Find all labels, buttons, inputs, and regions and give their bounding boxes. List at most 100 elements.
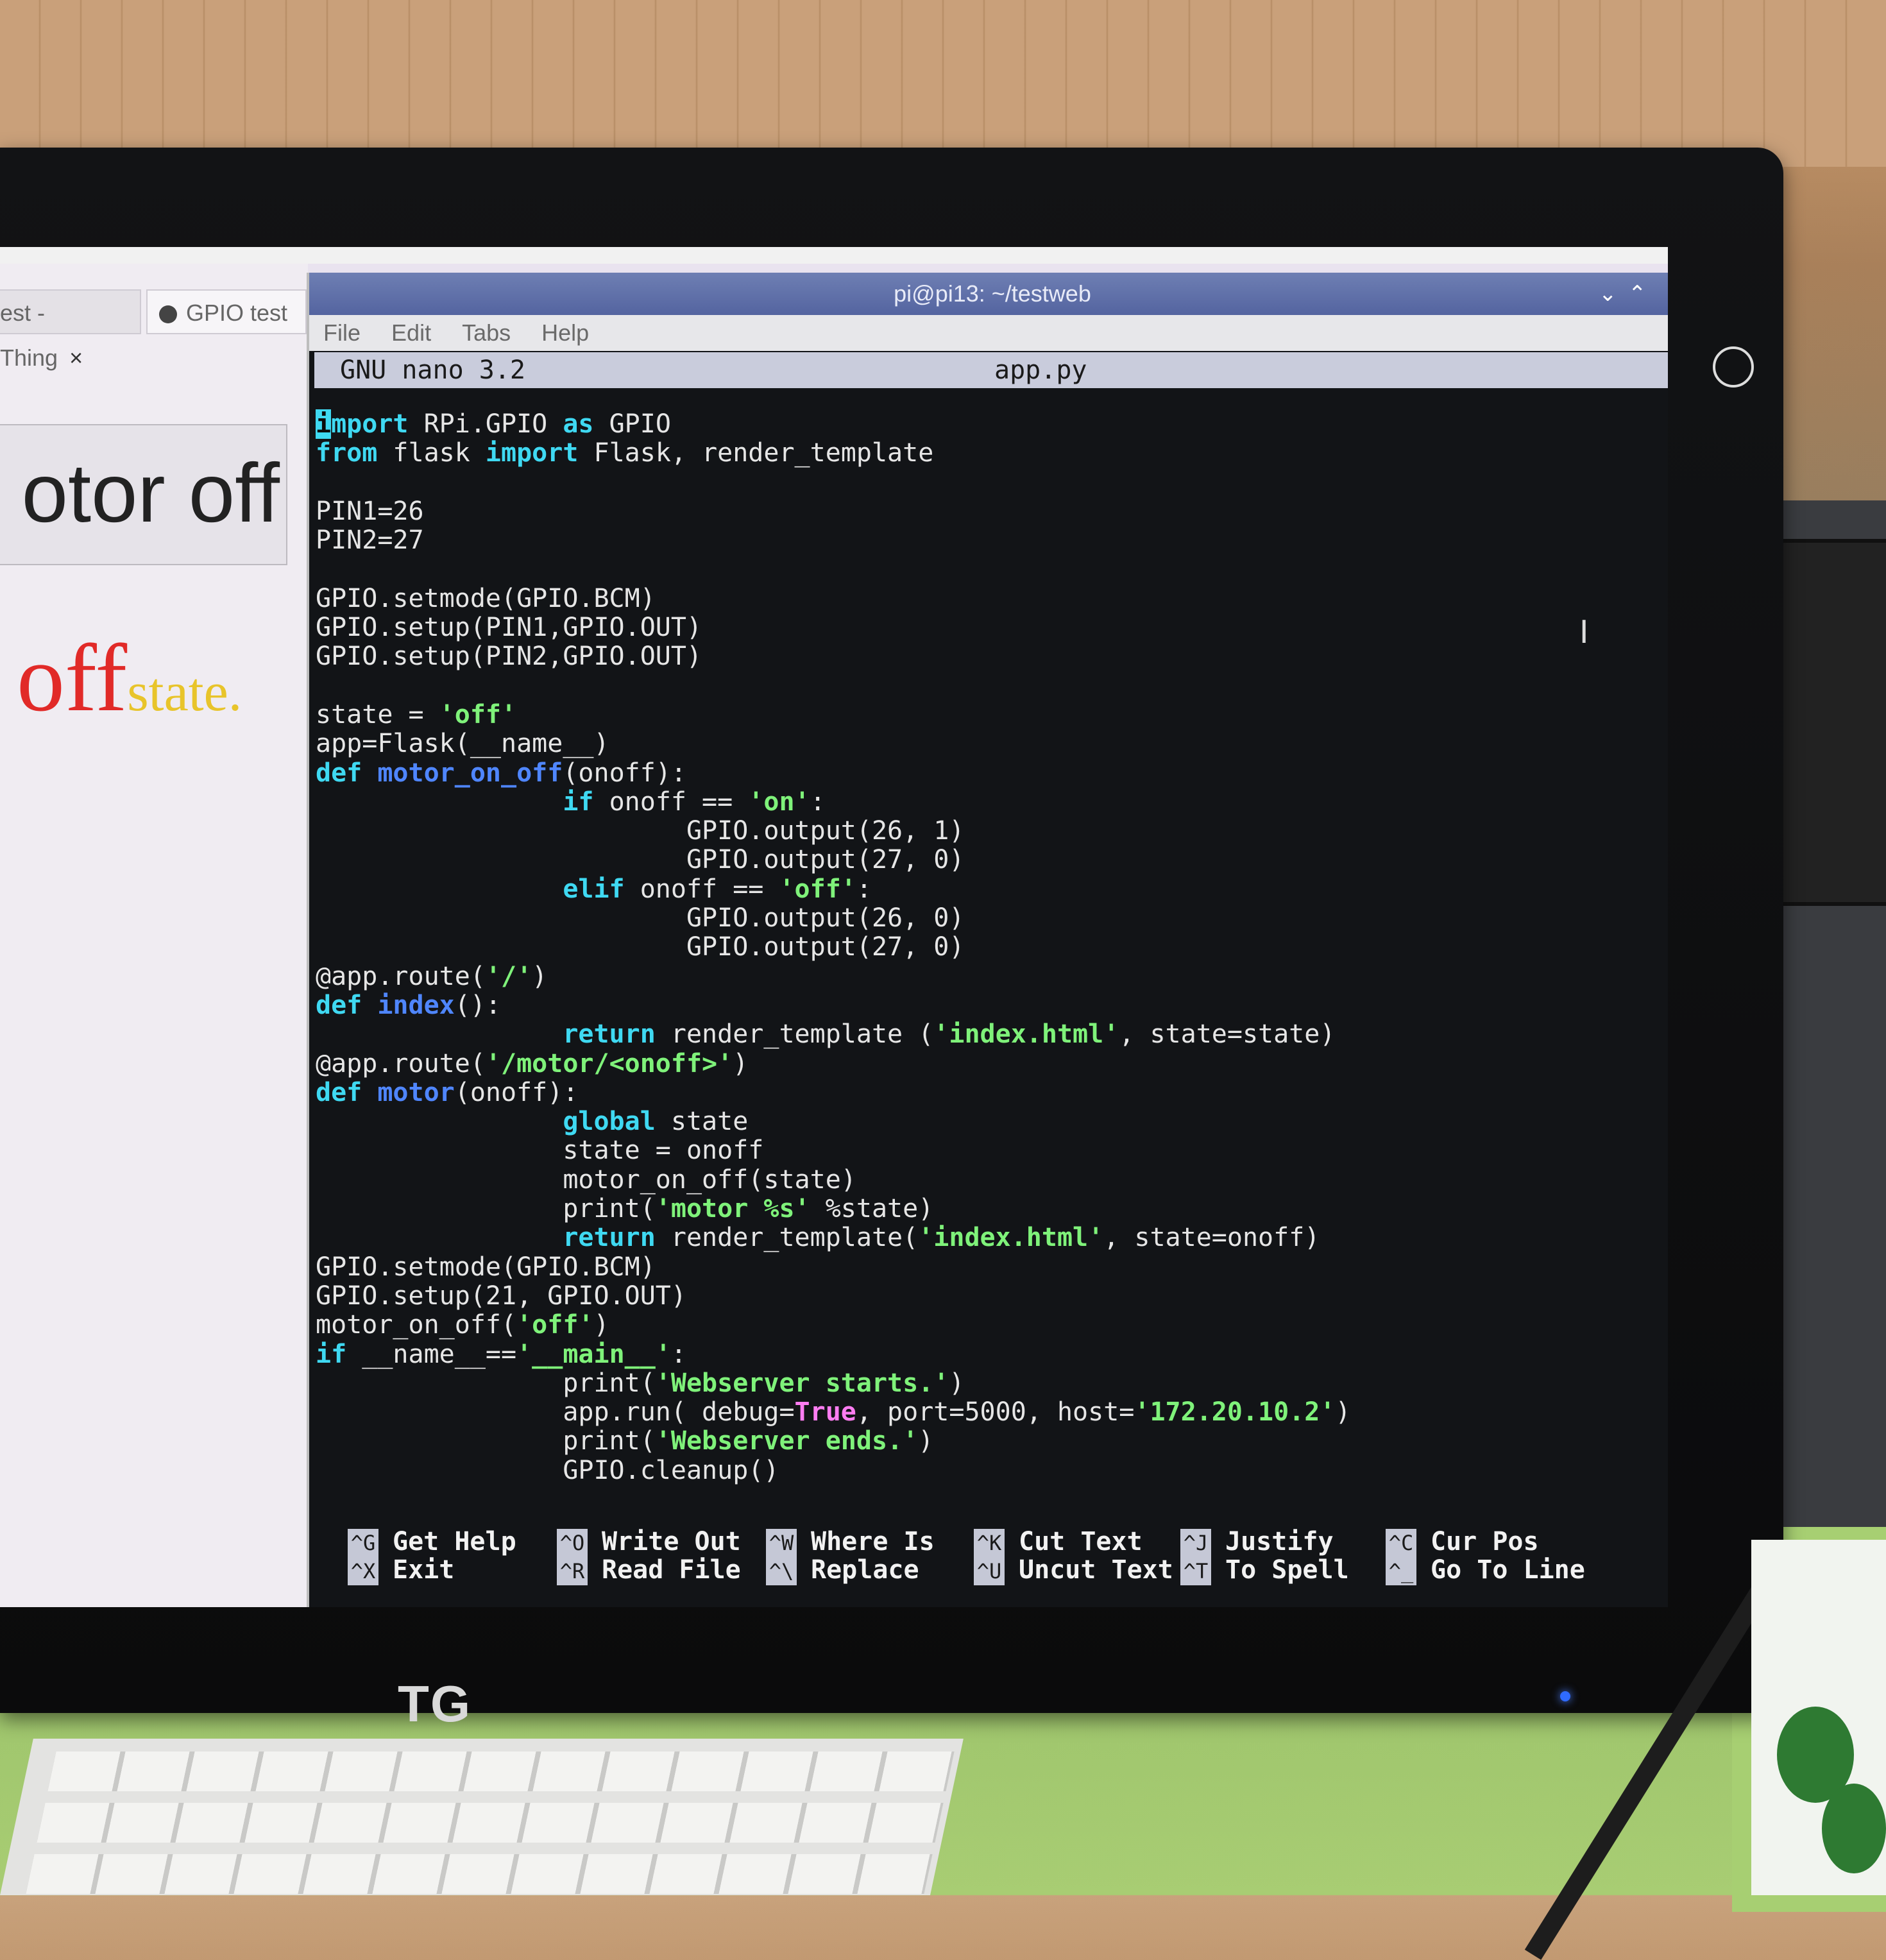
shortcut-go-to-line[interactable]: ^_ Go To Line xyxy=(1386,1555,1585,1585)
keyboard xyxy=(0,1739,964,1895)
shortcut-exit[interactable]: ^X Exit xyxy=(348,1555,455,1585)
shortcut-label: Uncut Text xyxy=(1019,1555,1173,1585)
code-line: @app.route('/') xyxy=(316,961,548,991)
code-line: import RPi.GPIO as GPIO xyxy=(316,409,671,439)
state-text: offstate. xyxy=(17,623,242,733)
code-line: return render_template('index.html', sta… xyxy=(563,1223,1320,1253)
code-line: GPIO.setup(PIN2,GPIO.OUT) xyxy=(316,642,702,672)
shortcut-justify[interactable]: ^J Justify xyxy=(1180,1528,1334,1557)
code-line: GPIO.output(27, 0) xyxy=(316,932,965,962)
code-line: GPIO.setup(PIN1,GPIO.OUT) xyxy=(316,613,702,643)
shortcut-key: ^J xyxy=(1180,1529,1211,1557)
nano-version: GNU nano 3.2 xyxy=(340,355,525,385)
monitor-sensor-icon xyxy=(1713,346,1754,388)
menu-file[interactable]: File xyxy=(323,320,361,346)
menu-help[interactable]: Help xyxy=(541,320,589,346)
state-suffix: state. xyxy=(127,661,242,722)
shortcut-uncut-text[interactable]: ^U Uncut Text xyxy=(974,1555,1173,1585)
shortcut-key: ^T xyxy=(1180,1557,1211,1585)
leaf xyxy=(1822,1784,1886,1873)
code-line: motor_on_off(state) xyxy=(316,1164,856,1195)
shortcut-key: ^U xyxy=(974,1557,1005,1585)
shortcut-label: Write Out xyxy=(602,1527,741,1556)
code-line: PIN1=26 xyxy=(316,496,424,526)
background-monitor xyxy=(1771,539,1886,906)
browser-tab-gpio-test[interactable]: GPIO test xyxy=(146,289,307,334)
desktop-top-bar xyxy=(0,247,1668,264)
shortcut-label: Where Is xyxy=(811,1527,935,1556)
shortcut-label: Replace xyxy=(811,1555,919,1585)
screen: est - Thing × GPIO test otor off offstate… xyxy=(0,247,1668,1607)
terminal-window: pi@pi13: ~/testweb ⌄ ⌃ File Edit Tabs He… xyxy=(307,273,1668,1607)
code-line: GPIO.setmode(GPIO.BCM) xyxy=(316,1252,656,1282)
maximize-icon[interactable]: ⌃ xyxy=(1628,273,1647,315)
close-icon[interactable]: × xyxy=(69,345,83,371)
code-line: if onoff == 'on': xyxy=(563,787,826,817)
browser-tab-1[interactable]: est - Thing × xyxy=(0,289,141,371)
code-line: def motor_on_off(onoff): xyxy=(316,758,686,788)
code-line: print('Webserver ends.') xyxy=(316,1426,934,1456)
keyboard-row xyxy=(26,1854,933,1894)
code-line: PIN2=27 xyxy=(316,525,424,556)
shortcut-label: To Spell xyxy=(1225,1555,1349,1585)
minimize-icon[interactable]: ⌄ xyxy=(1599,273,1617,315)
shortcut-get-help[interactable]: ^G Get Help xyxy=(348,1527,516,1557)
shortcut-key: ^\ xyxy=(766,1557,797,1585)
tab-label: est - Thing xyxy=(0,300,58,371)
code-line: return render_template ('index.html', st… xyxy=(563,1019,1336,1050)
monitor-brand: TG xyxy=(398,1675,472,1732)
shortcut-key: ^_ xyxy=(1386,1557,1416,1585)
menu-tabs[interactable]: Tabs xyxy=(462,320,511,346)
code-line: GPIO.setup(21, GPIO.OUT) xyxy=(316,1281,686,1311)
code-line: @app.route('/motor/<onoff>') xyxy=(316,1048,749,1078)
code-line: def index(): xyxy=(316,990,502,1020)
shortcut-label: Get Help xyxy=(393,1527,516,1556)
shortcut-key: ^C xyxy=(1386,1529,1416,1557)
nano-header: GNU nano 3.2 app.py xyxy=(314,352,1668,388)
code-line: GPIO.output(26, 0) xyxy=(316,903,965,933)
motor-off-button[interactable]: otor off xyxy=(0,424,287,565)
keyboard-row xyxy=(47,1751,955,1791)
keyboard-row xyxy=(37,1803,944,1843)
nano-filename: app.py xyxy=(994,355,1087,385)
shortcut-replace[interactable]: ^\ Replace xyxy=(766,1555,919,1585)
shortcut-cur-pos[interactable]: ^C Cur Pos xyxy=(1386,1527,1539,1557)
code-editor[interactable]: import RPi.GPIO as GPIO from flask impor… xyxy=(316,409,1351,1485)
shortcut-label: Go To Line xyxy=(1431,1555,1585,1585)
code-line: GPIO.setmode(GPIO.BCM) xyxy=(316,583,656,613)
shortcut-key: ^W xyxy=(766,1529,797,1557)
shortcut-label: Cur Pos xyxy=(1431,1527,1539,1556)
code-line: elif onoff == 'off': xyxy=(563,874,872,904)
shortcut-key: ^R xyxy=(557,1557,588,1585)
text-cursor-icon: I xyxy=(1579,613,1589,651)
code-line: def motor(onoff): xyxy=(316,1077,579,1107)
tab-label: GPIO test xyxy=(186,300,288,326)
code-line: print('Webserver starts.') xyxy=(316,1368,965,1398)
code-line: global state xyxy=(563,1107,749,1137)
code-line: GPIO.output(27, 0) xyxy=(316,845,965,875)
shortcut-to-spell[interactable]: ^T To Spell xyxy=(1180,1555,1349,1585)
code-line: motor_on_off('off') xyxy=(316,1310,609,1340)
menu-edit[interactable]: Edit xyxy=(391,320,431,346)
shortcut-label: Exit xyxy=(393,1555,455,1585)
shortcut-cut-text[interactable]: ^K Cut Text xyxy=(974,1527,1143,1557)
shortcut-bar: ^G Get Help ^O Write Out ^W Where Is ^K Cut … xyxy=(348,1528,1668,1585)
code-line: state = onoff xyxy=(316,1136,764,1166)
code-line: from flask import Flask, render_template xyxy=(316,438,934,468)
shortcut-label: Cut Text xyxy=(1019,1527,1143,1556)
state-value: off xyxy=(17,625,128,731)
code-line: app.run( debug=True, port=5000, host='17… xyxy=(316,1397,1351,1427)
power-led-icon xyxy=(1560,1691,1570,1701)
wall-background xyxy=(0,0,1886,167)
code-line: GPIO.cleanup() xyxy=(316,1455,779,1485)
code-line: if __name__=='__main__': xyxy=(316,1339,686,1369)
code-line: print('motor %s' %state) xyxy=(316,1194,934,1224)
shortcut-write-out[interactable]: ^O Write Out xyxy=(557,1527,741,1557)
shortcut-key: ^O xyxy=(557,1529,588,1557)
browser-window: est - Thing × GPIO test otor off offstate… xyxy=(0,264,308,1607)
shortcut-where-is[interactable]: ^W Where Is xyxy=(766,1527,935,1557)
shortcut-key: ^X xyxy=(348,1557,378,1585)
shortcut-read-file[interactable]: ^R Read File xyxy=(557,1555,741,1585)
menu-bar: File Edit Tabs Help xyxy=(309,315,1668,351)
shortcut-label: Read File xyxy=(602,1555,741,1585)
